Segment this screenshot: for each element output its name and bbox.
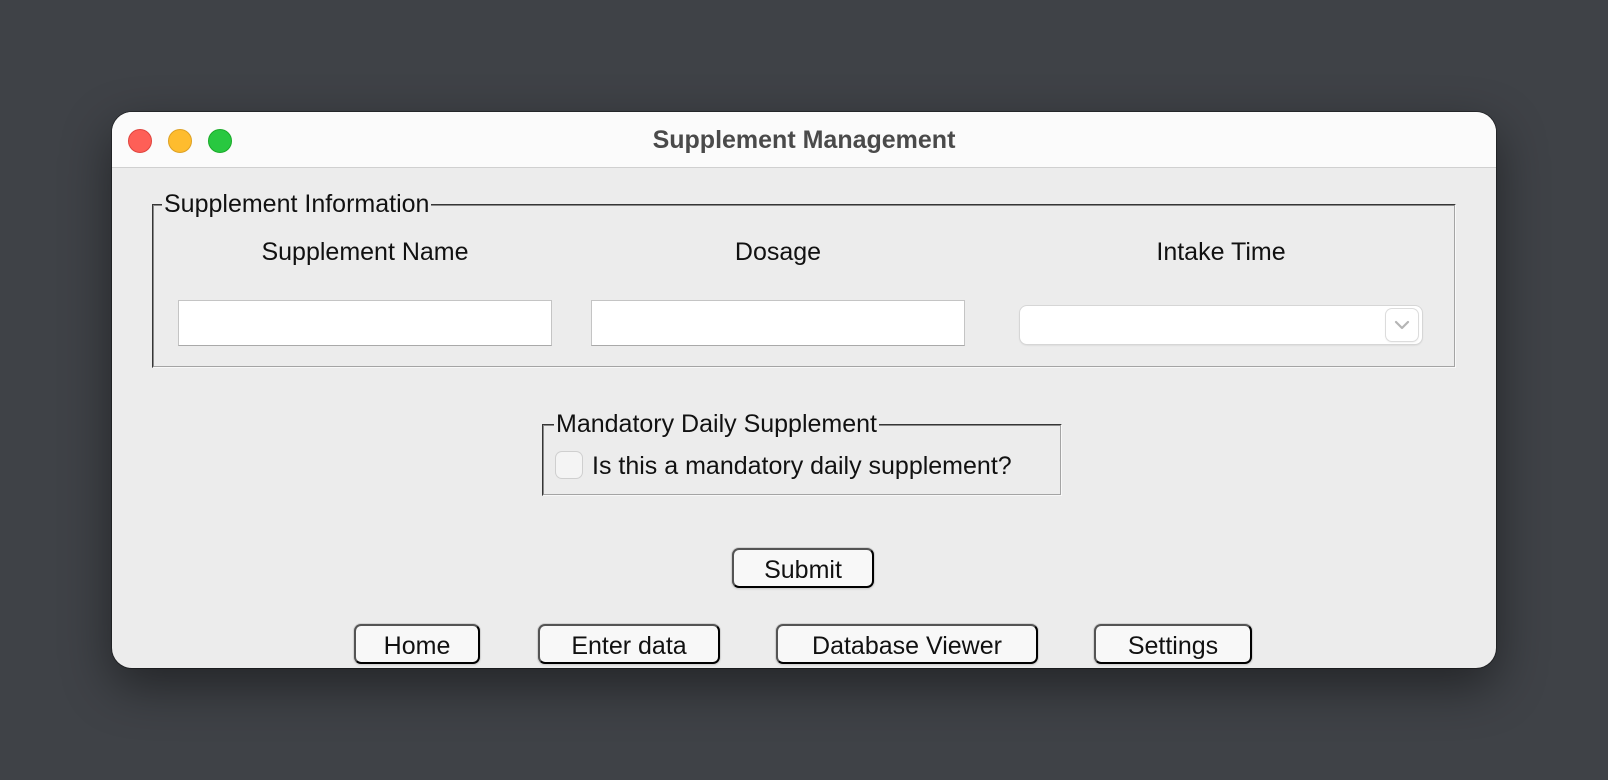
enter-data-button[interactable]: Enter data — [538, 624, 720, 664]
mandatory-daily-supplement-group: Mandatory Daily Supplement Is this a man… — [542, 410, 1062, 496]
supplement-name-input[interactable] — [178, 300, 552, 346]
chevron-down-icon — [1394, 320, 1410, 330]
dosage-label: Dosage — [734, 238, 822, 266]
submit-button[interactable]: Submit — [732, 548, 874, 588]
supplement-information-legend: Supplement Information — [162, 190, 432, 219]
mandatory-checkbox[interactable] — [556, 452, 582, 478]
dosage-input[interactable] — [591, 300, 965, 346]
window-title: Supplement Management — [652, 126, 956, 154]
supplement-information-group: Supplement Information Supplement Name D… — [152, 190, 1456, 368]
app-window: Supplement Management Supplement Informa… — [112, 112, 1496, 668]
settings-button[interactable]: Settings — [1094, 624, 1252, 664]
mandatory-checkbox-label[interactable]: Is this a mandatory daily supplement? — [592, 452, 1012, 481]
supplement-name-label: Supplement Name — [261, 238, 469, 266]
mandatory-daily-supplement-legend: Mandatory Daily Supplement — [554, 410, 879, 439]
intake-time-select[interactable] — [1020, 306, 1422, 344]
title-bar[interactable]: Supplement Management — [112, 112, 1496, 168]
home-button[interactable]: Home — [354, 624, 480, 664]
intake-time-label: Intake Time — [1156, 238, 1286, 266]
intake-time-dropdown-button[interactable] — [1386, 309, 1418, 341]
database-viewer-button[interactable]: Database Viewer — [776, 624, 1038, 664]
